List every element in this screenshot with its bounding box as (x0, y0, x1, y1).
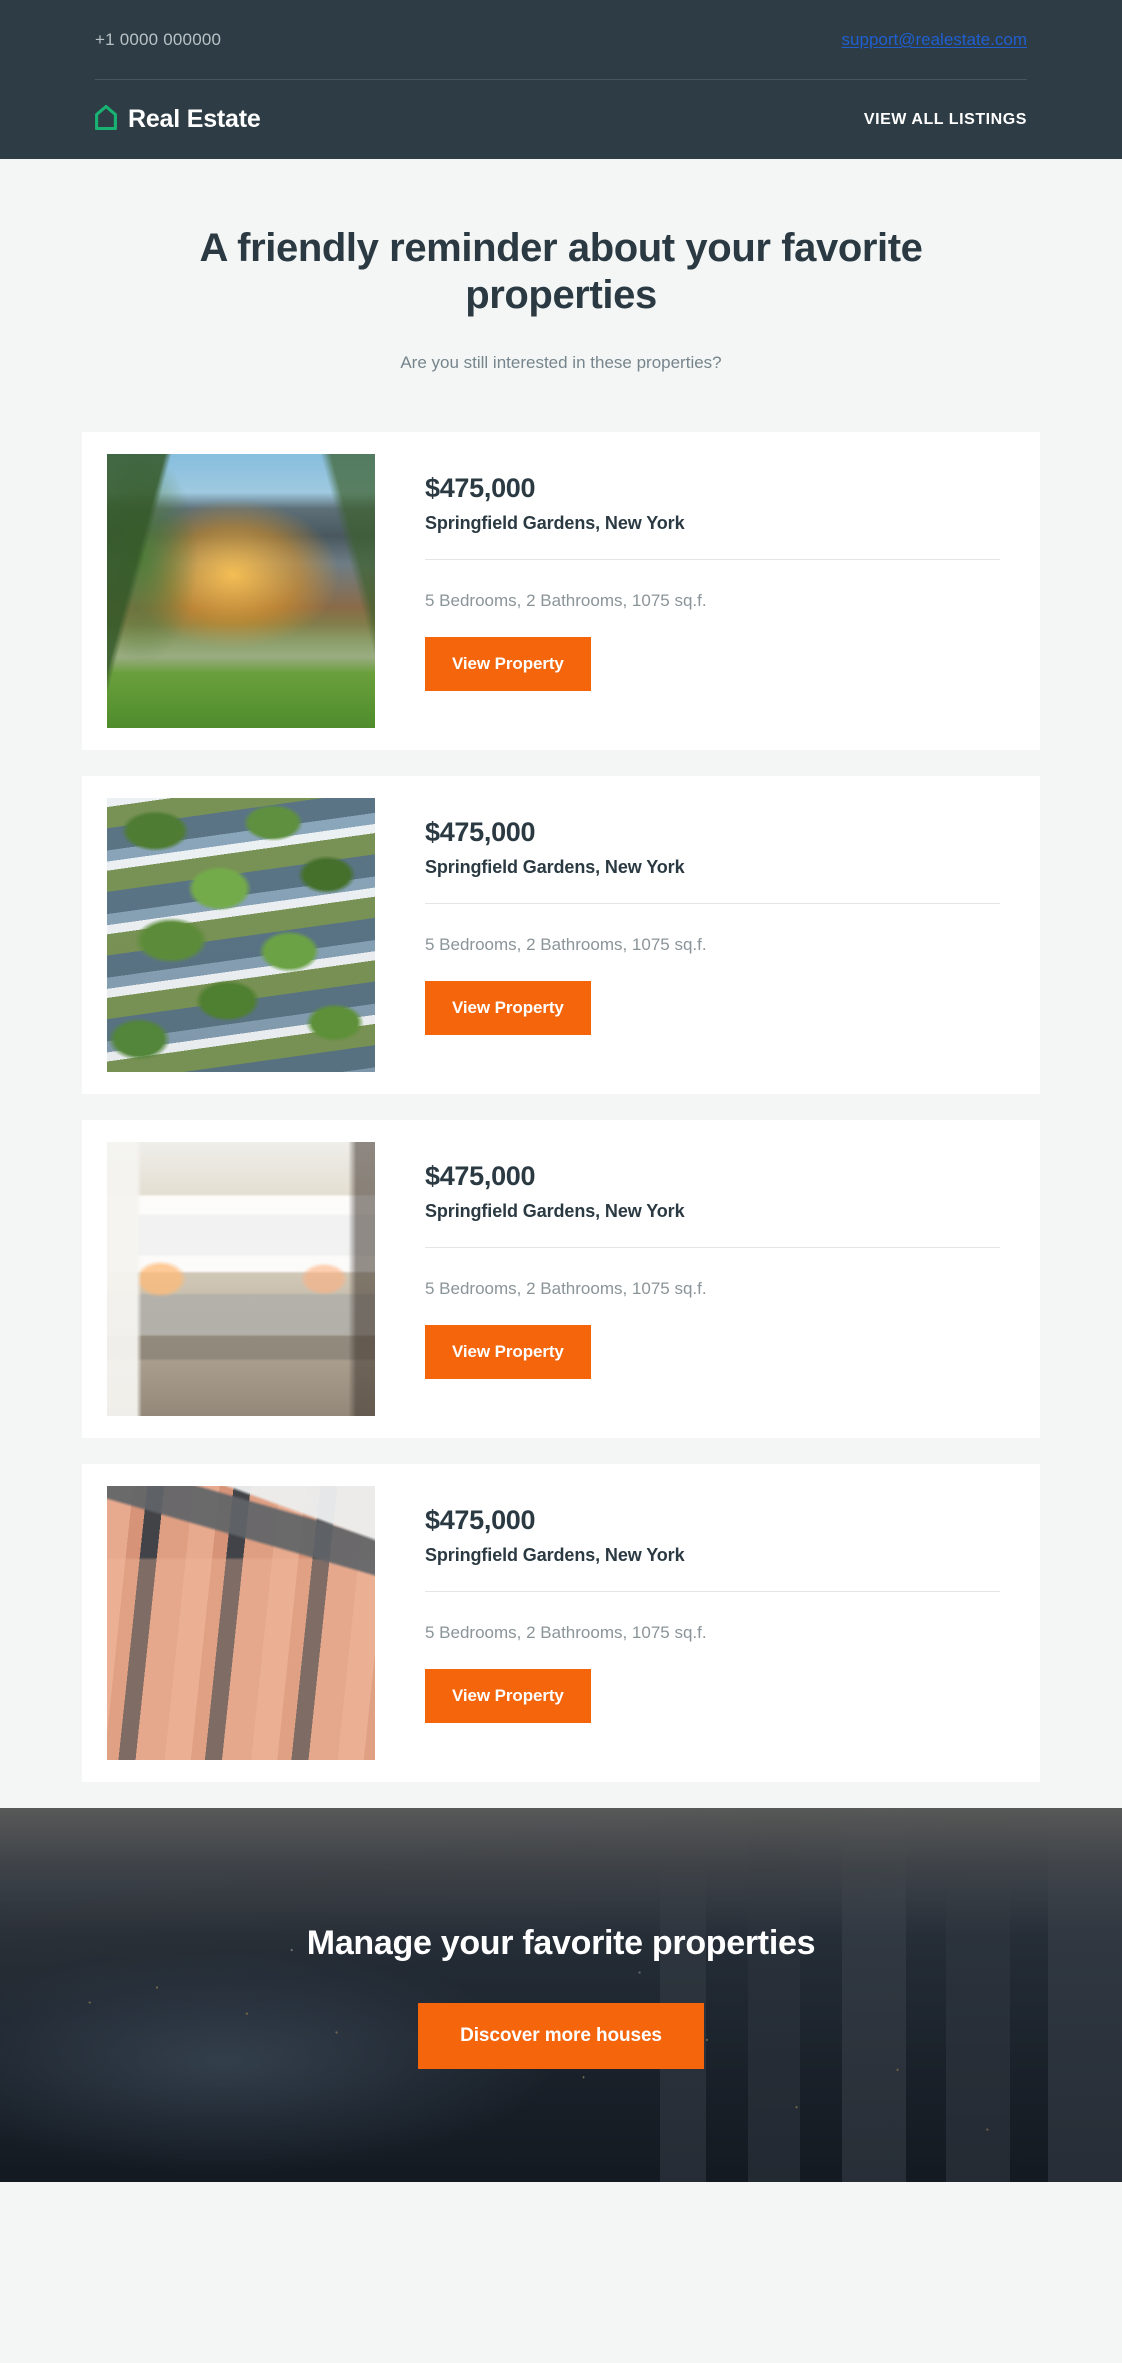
brand-name: Real Estate (128, 105, 261, 133)
property-card[interactable]: $475,000 Springfield Gardens, New York 5… (82, 1464, 1040, 1783)
property-image (107, 1142, 375, 1417)
divider (425, 1247, 1000, 1249)
property-image (107, 454, 375, 729)
header-contact-row: +1 0000 000000 support@realestate.com (95, 0, 1027, 80)
hero-section: A friendly reminder about your favorite … (0, 159, 1122, 373)
property-price: $475,000 (425, 1161, 536, 1192)
property-price: $475,000 (425, 817, 536, 848)
site-header: +1 0000 000000 support@realestate.com Re… (0, 0, 1122, 159)
property-list: $475,000 Springfield Gardens, New York 5… (0, 373, 1122, 1783)
support-email-link[interactable]: support@realestate.com (842, 30, 1027, 50)
header-brand-row: Real Estate VIEW ALL LISTINGS (95, 80, 1027, 159)
property-details: $475,000 Springfield Gardens, New York 5… (375, 798, 1040, 1072)
property-details: $475,000 Springfield Gardens, New York 5… (375, 454, 1040, 728)
view-all-listings-link[interactable]: VIEW ALL LISTINGS (864, 111, 1027, 129)
cta-section: Manage your favorite properties Discover… (0, 1808, 1122, 2183)
property-specs: 5 Bedrooms, 2 Bathrooms, 1075 sq.f. (425, 591, 707, 611)
property-image (107, 798, 375, 1073)
hero-subtitle: Are you still interested in these proper… (400, 353, 722, 373)
cta-content: Manage your favorite properties Discover… (0, 1808, 1122, 2070)
property-details: $475,000 Springfield Gardens, New York 5… (375, 1486, 1040, 1760)
property-price: $475,000 (425, 473, 536, 504)
property-address: Springfield Gardens, New York (425, 513, 685, 534)
page-title: A friendly reminder about your favorite … (199, 226, 923, 318)
property-address: Springfield Gardens, New York (425, 1201, 685, 1222)
discover-more-houses-button[interactable]: Discover more houses (418, 2003, 704, 2070)
property-details: $475,000 Springfield Gardens, New York 5… (375, 1142, 1040, 1416)
phone-number: +1 0000 000000 (95, 29, 222, 49)
property-card[interactable]: $475,000 Springfield Gardens, New York 5… (82, 776, 1040, 1095)
view-property-button[interactable]: View Property (425, 1669, 591, 1724)
view-property-button[interactable]: View Property (425, 1325, 591, 1380)
divider (425, 903, 1000, 905)
view-property-button[interactable]: View Property (425, 981, 591, 1036)
property-card[interactable]: $475,000 Springfield Gardens, New York 5… (82, 432, 1040, 751)
property-address: Springfield Gardens, New York (425, 857, 685, 878)
property-specs: 5 Bedrooms, 2 Bathrooms, 1075 sq.f. (425, 1623, 707, 1643)
house-icon (95, 104, 117, 135)
property-specs: 5 Bedrooms, 2 Bathrooms, 1075 sq.f. (425, 1279, 707, 1299)
brand-logo[interactable]: Real Estate (95, 104, 261, 135)
property-image (107, 1486, 375, 1761)
cta-heading: Manage your favorite properties (306, 1924, 816, 1963)
property-card[interactable]: $475,000 Springfield Gardens, New York 5… (82, 1120, 1040, 1439)
property-address: Springfield Gardens, New York (425, 1545, 685, 1566)
property-specs: 5 Bedrooms, 2 Bathrooms, 1075 sq.f. (425, 935, 707, 955)
divider (425, 1591, 1000, 1593)
view-property-button[interactable]: View Property (425, 637, 591, 692)
divider (425, 559, 1000, 561)
property-price: $475,000 (425, 1505, 536, 1536)
